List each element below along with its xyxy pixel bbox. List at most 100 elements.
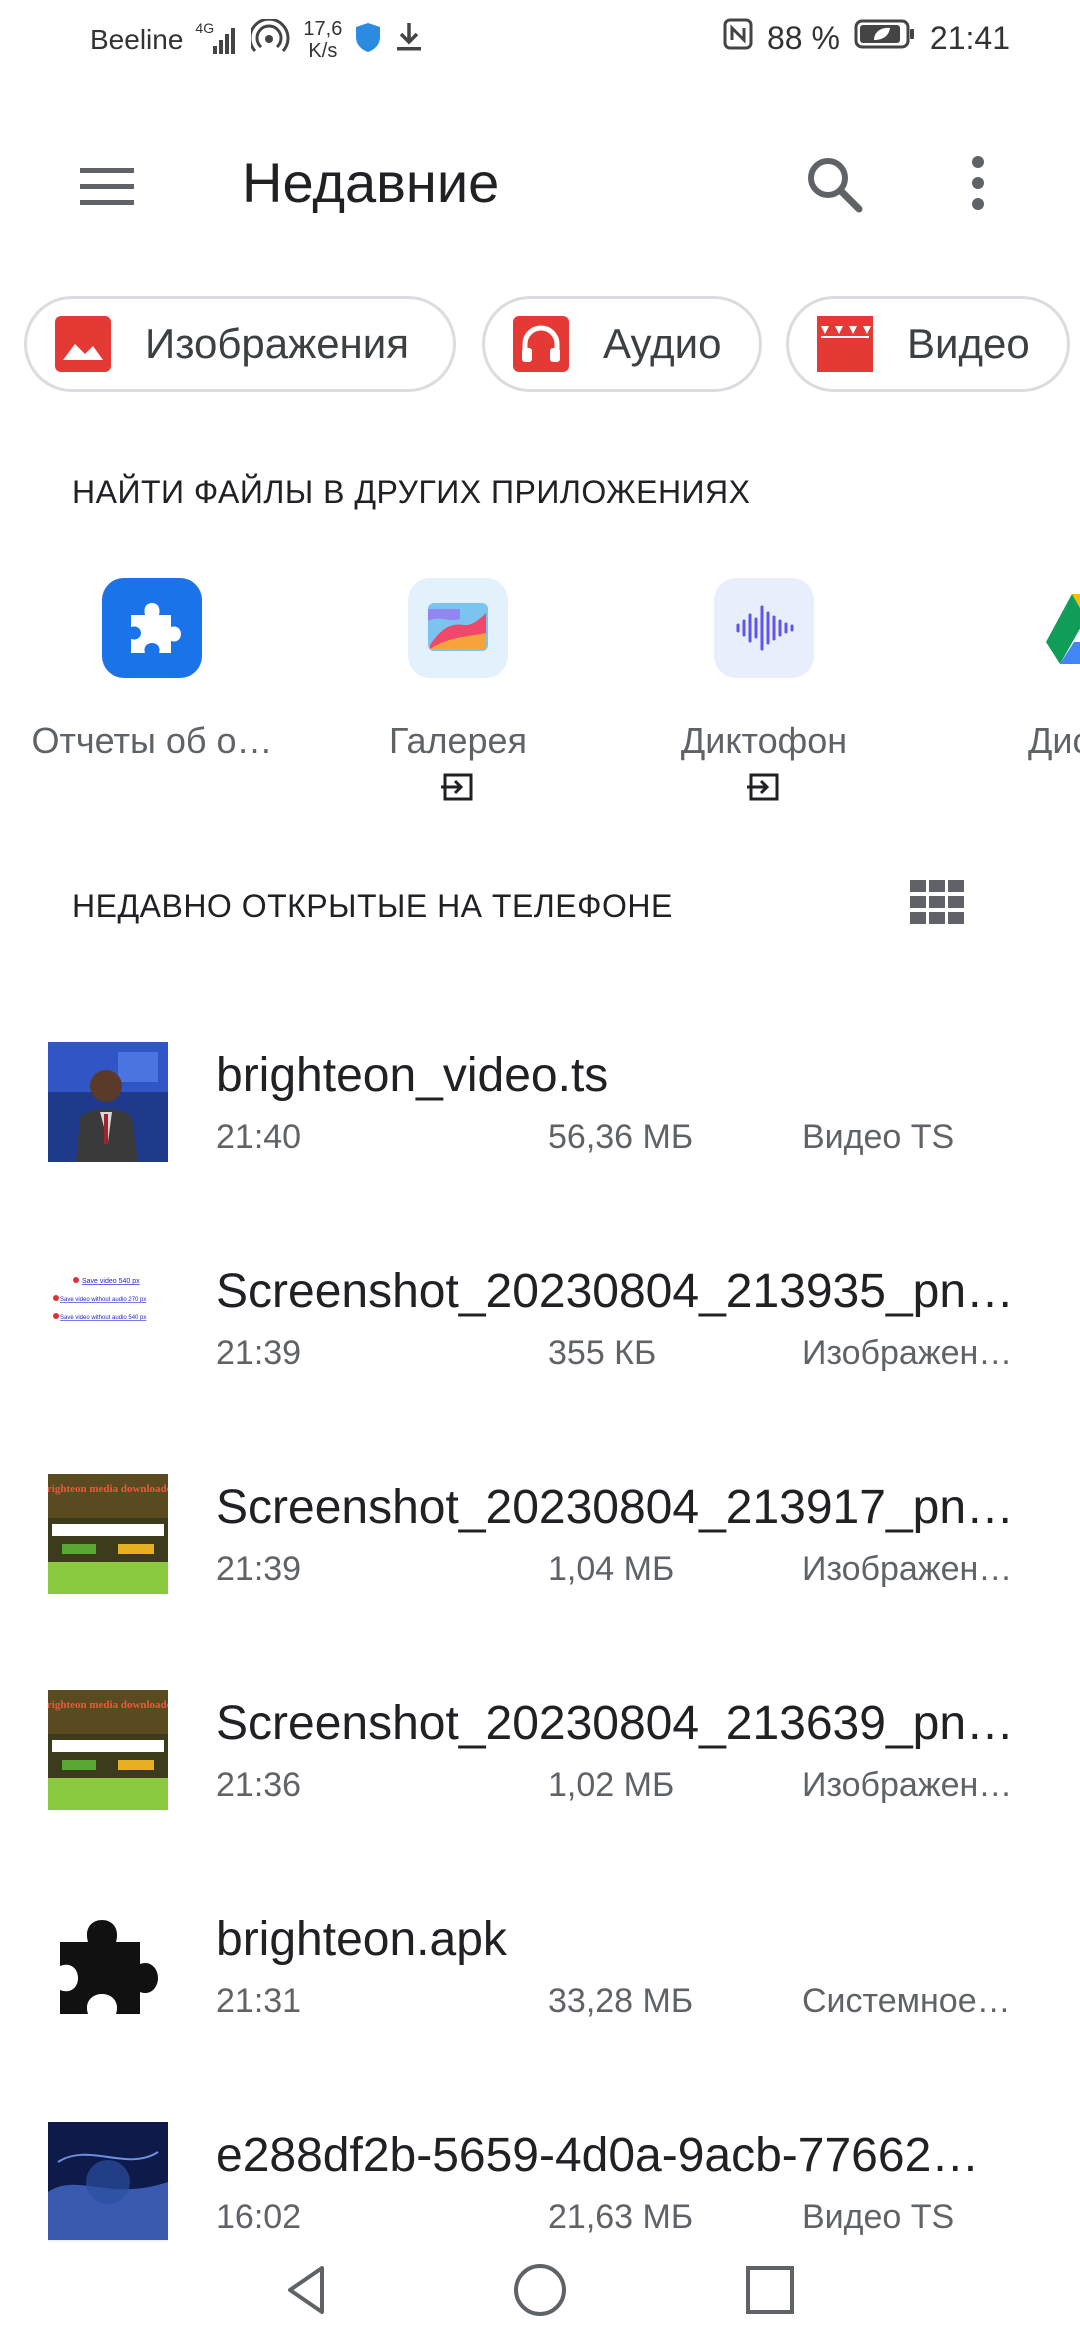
app-label: Диктофон (680, 720, 848, 761)
grid-view-button[interactable] (906, 876, 968, 928)
app-label: Дис (1028, 720, 1080, 761)
shield-icon (354, 21, 382, 60)
file-name: e288df2b-5659-4d0a-9acb-77662… (216, 2129, 980, 2182)
file-time: 16:02 (216, 2198, 302, 2236)
carrier-name: Beeline (90, 24, 184, 55)
file-size: 21,63 МБ (548, 2198, 694, 2236)
page-title: Недавние (242, 151, 500, 214)
file-row[interactable]: Brighteon media downloader Screenshot_20… (0, 1462, 1080, 1642)
thumb-text: Save video without audio 270 px (60, 1297, 146, 1303)
download-icon (394, 21, 424, 60)
chip-video[interactable]: Видео (786, 296, 1070, 392)
home-button[interactable] (510, 2260, 570, 2320)
file-row[interactable]: Brighteon media downloader Screenshot_20… (0, 1678, 1080, 1858)
chip-label: Видео (907, 320, 1030, 367)
file-type: Системное… (802, 1982, 1011, 2020)
speed-unit: K/s (308, 40, 338, 62)
back-triangle-icon (288, 2266, 324, 2314)
video-thumbnail (48, 2122, 168, 2242)
category-chips: Изображения Аудио Видео (24, 296, 1080, 396)
thumb-text: Brighteon media downloader (48, 1483, 168, 1495)
app-reports[interactable]: Отчеты об о… (2, 570, 302, 800)
file-time: 21:31 (216, 1982, 302, 2020)
battery-level: 88 % (766, 19, 840, 56)
image-icon (55, 316, 111, 372)
status-right: 88 % 21:41 (723, 18, 1010, 58)
recents-square-icon (746, 2266, 794, 2314)
app-gallery[interactable]: Галерея (308, 570, 608, 802)
app-recorder[interactable]: Диктофон (614, 570, 914, 802)
files-screen: Beeline 4G 17,6 K/s 88 % 21:41 Недавние … (0, 0, 1080, 2340)
home-circle-icon (514, 2264, 566, 2316)
apps-section-title: НАЙТИ ФАЙЛЫ В ДРУГИХ ПРИЛОЖЕНИЯХ (72, 474, 751, 510)
headphones-icon (513, 316, 569, 372)
system-nav-bar (0, 2240, 1080, 2340)
thumb-text: Brighteon media downloader (48, 1699, 168, 1711)
file-row[interactable]: brighteon_video.ts 21:40 56,36 МБ Видео … (0, 1030, 1080, 1210)
file-size: 355 КБ (548, 1334, 657, 1372)
recent-section-title: НЕДАВНО ОТКРЫТЫЕ НА ТЕЛЕФОНЕ (72, 888, 673, 924)
top-app-bar: Недавние (0, 120, 1080, 240)
puzzle-icon (102, 578, 202, 678)
search-icon (808, 158, 863, 213)
app-label: Галерея (388, 720, 528, 761)
network-speed: 17,6 K/s (303, 18, 342, 62)
clock: 21:41 (929, 19, 1010, 56)
file-size: 33,28 МБ (548, 1982, 694, 2020)
status-bar: Beeline 4G 17,6 K/s 88 % 21:41 (0, 0, 1080, 82)
thumb-text: Save video 540 px (82, 1278, 140, 1285)
file-name: brighteon.apk (216, 1913, 507, 1966)
file-type: Изображен… (802, 1766, 1013, 1804)
screenshot-thumbnail: Save video 540 px Save video without aud… (48, 1258, 168, 1378)
app-label: Отчеты об о… (31, 720, 273, 761)
file-name: Screenshot_20230804_213639_pnz… (216, 1697, 1036, 1750)
file-size: 56,36 МБ (548, 1118, 694, 1156)
gallery-icon (408, 578, 508, 678)
file-name: Screenshot_20230804_213917_pnz… (216, 1481, 1036, 1534)
chip-images[interactable]: Изображения (24, 296, 456, 392)
file-type: Видео TS (802, 2198, 955, 2236)
file-row[interactable]: brighteon.apk 21:31 33,28 МБ Системное… (0, 1894, 1080, 2074)
open-external-icon (441, 772, 475, 802)
file-time: 21:40 (216, 1118, 302, 1156)
status-left: Beeline 4G 17,6 K/s (90, 17, 424, 62)
file-name: Screenshot_20230804_213935_pnz… (216, 1265, 1036, 1318)
signal-icon: 4G (195, 20, 239, 56)
file-type: Видео TS (802, 1118, 955, 1156)
app-drive[interactable]: Дис (920, 570, 1080, 800)
file-time: 21:36 (216, 1766, 302, 1804)
clapper-icon (817, 316, 873, 372)
drive-icon (1038, 578, 1080, 678)
chip-audio[interactable]: Аудио (482, 296, 762, 392)
file-type: Изображен… (802, 1550, 1013, 1588)
screenshot-thumbnail: Brighteon media downloader (48, 1474, 168, 1594)
file-time: 21:39 (216, 1334, 302, 1372)
file-size: 1,02 МБ (548, 1766, 675, 1804)
open-external-icon (747, 772, 781, 802)
file-type: Изображен… (802, 1334, 1013, 1372)
network-type: 4G (195, 20, 215, 36)
back-button[interactable] (278, 2260, 338, 2320)
file-size: 1,04 МБ (548, 1550, 675, 1588)
hotspot-icon (248, 17, 291, 62)
battery-icon (854, 18, 916, 58)
thumb-text: Save video without audio 540 px (60, 1315, 146, 1321)
video-thumbnail (48, 1042, 168, 1162)
screenshot-thumbnail: Brighteon media downloader (48, 1690, 168, 1810)
file-time: 21:39 (216, 1550, 302, 1588)
menu-button[interactable] (72, 158, 142, 214)
more-vert-icon (972, 156, 984, 210)
hamburger-menu-icon (80, 168, 134, 205)
file-name: brighteon_video.ts (216, 1049, 609, 1102)
chip-label: Изображения (145, 320, 409, 367)
speed-value: 17,6 (303, 18, 343, 40)
apk-puzzle-icon (48, 1906, 168, 2026)
chip-label: Аудио (603, 320, 722, 367)
more-options-button[interactable] (950, 150, 1006, 220)
file-row[interactable]: Save video 540 px Save video without aud… (0, 1246, 1080, 1426)
grid-view-icon (910, 880, 964, 924)
nfc-icon (723, 18, 753, 58)
recents-button[interactable] (740, 2260, 800, 2320)
search-button[interactable] (800, 150, 870, 220)
voice-recorder-icon (714, 578, 814, 678)
